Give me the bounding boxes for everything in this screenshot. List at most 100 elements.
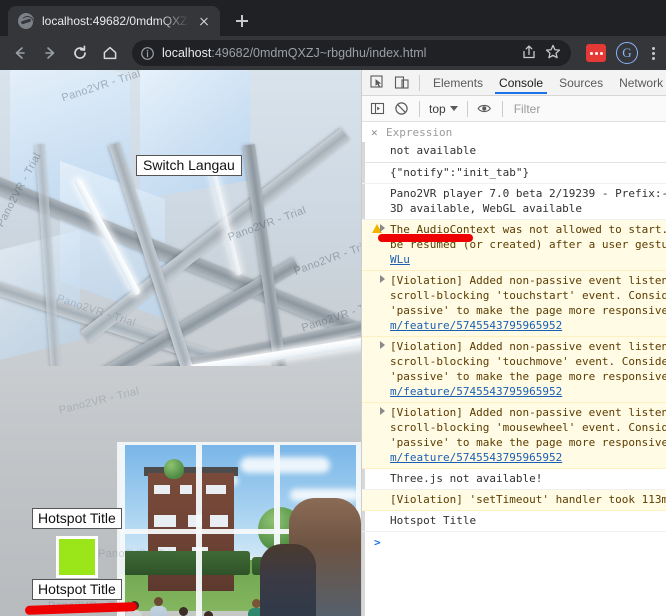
- console-message[interactable]: Pano2VR player 7.0 beta 2/19239 - Prefix…: [362, 184, 666, 220]
- content-area: Pano2VR - Trial Pano2VR - Trial Pano2VR …: [0, 70, 666, 616]
- console-output[interactable]: ✕ Expression not available {"notify":"in…: [362, 122, 666, 616]
- console-message-warning[interactable]: [Violation] 'setTimeout' handler took 11…: [362, 490, 666, 511]
- console-message-warning[interactable]: [Violation] Added non-passive event list…: [362, 403, 666, 469]
- tree: [164, 459, 184, 479]
- expand-arrow-icon[interactable]: [380, 224, 385, 232]
- person: [126, 601, 142, 616]
- execution-context-select[interactable]: top: [425, 102, 462, 116]
- expand-arrow-icon[interactable]: [380, 275, 385, 283]
- browser-tab[interactable]: localhost:49682/0mdmQXZJ~rbg: [8, 6, 220, 36]
- url-text: localhost:49682/0mdmQXZJ~rbgdhu/index.ht…: [162, 46, 517, 60]
- console-message-warning[interactable]: [Violation] Added non-passive event list…: [362, 337, 666, 403]
- console-message-warning[interactable]: The AudioContext was not allowed to star…: [362, 220, 666, 271]
- live-expression-header[interactable]: ✕ Expression: [362, 122, 666, 142]
- close-icon[interactable]: [196, 13, 212, 29]
- devtools-tabbar: Elements Console Sources Network: [362, 70, 666, 96]
- switch-language-button[interactable]: Switch Langau: [136, 155, 242, 176]
- execution-context-value: top: [429, 101, 446, 116]
- console-message[interactable]: {"notify":"init_tab"}: [362, 163, 666, 184]
- address-bar[interactable]: localhost:49682/0mdmQXZJ~rbgdhu/index.ht…: [132, 40, 571, 66]
- new-tab-button[interactable]: [228, 7, 256, 35]
- browser-menu-icon[interactable]: [646, 45, 660, 62]
- message-line: [Violation] 'setTimeout' handler took 11…: [390, 493, 666, 506]
- info-circle-icon[interactable]: [140, 46, 155, 61]
- cloud: [240, 457, 330, 473]
- message-line: [Violation] Added non-passive event list…: [390, 340, 666, 353]
- message-line: {"notify":"init_tab"}: [390, 166, 530, 179]
- tab-sources[interactable]: Sources: [551, 72, 611, 93]
- panorama-viewer[interactable]: Pano2VR - Trial Pano2VR - Trial Pano2VR …: [0, 70, 361, 616]
- reload-icon[interactable]: [66, 39, 94, 67]
- browser-window: localhost:49682/0mdmQXZJ~rbg localhost:4…: [0, 0, 666, 616]
- divider: [419, 74, 420, 91]
- share-icon[interactable]: [519, 42, 541, 64]
- message-line: 'passive' to make the page more responsi…: [390, 436, 666, 449]
- forward-icon[interactable]: [36, 39, 64, 67]
- foreground-child: [260, 544, 316, 616]
- message-line: be resumed (or created) after a user ges…: [390, 238, 666, 251]
- console-sidebar-icon[interactable]: [366, 98, 390, 120]
- message-link[interactable]: WLu: [390, 252, 660, 267]
- console-message[interactable]: Three.js not available!: [362, 469, 666, 490]
- building-window: [206, 485, 226, 494]
- star-icon[interactable]: [543, 42, 565, 64]
- console-filter-input[interactable]: [507, 101, 666, 116]
- divider: [466, 100, 468, 117]
- console-toolbar: top: [362, 96, 666, 122]
- prompt-chevron-icon: >: [374, 536, 381, 549]
- message-link[interactable]: m/feature/5745543795965952: [390, 450, 660, 465]
- message-line: [Violation] Added non-passive event list…: [390, 406, 666, 419]
- console-message-warning[interactable]: [Violation] Added non-passive event list…: [362, 271, 666, 337]
- extension-red-icon[interactable]: [586, 44, 606, 62]
- message-link[interactable]: m/feature/5745543795965952: [390, 384, 660, 399]
- message-line: 'passive' to make the page more responsi…: [390, 370, 666, 383]
- message-link[interactable]: m/feature/5745543795965952: [390, 318, 660, 333]
- message-line: Hotspot Title: [390, 514, 477, 527]
- expand-arrow-icon[interactable]: [380, 341, 385, 349]
- home-icon[interactable]: [96, 39, 124, 67]
- expand-arrow-icon[interactable]: [380, 407, 385, 415]
- message-line: 3D available, WebGL available: [390, 202, 583, 215]
- skylight-pane: [140, 70, 250, 200]
- tab-strip: localhost:49682/0mdmQXZJ~rbg: [0, 0, 666, 36]
- building-window: [154, 485, 170, 494]
- divider: [419, 100, 420, 117]
- hotspot-label-bottom[interactable]: Hotspot Title: [32, 579, 122, 600]
- hotspot-label-top[interactable]: Hotspot Title: [32, 508, 122, 529]
- back-icon[interactable]: [6, 39, 34, 67]
- browser-toolbar: localhost:49682/0mdmQXZJ~rbgdhu/index.ht…: [0, 36, 666, 70]
- hotspot-green-square[interactable]: [56, 536, 98, 578]
- person: [150, 597, 167, 616]
- message-line: scroll-blocking 'touchmove' event. Consi…: [390, 355, 666, 368]
- tab-title: localhost:49682/0mdmQXZJ~rbg: [42, 14, 192, 28]
- message-line: [Violation] Added non-passive event list…: [390, 274, 666, 287]
- globe-favicon: [18, 13, 34, 29]
- message-line: Pano2VR player 7.0 beta 2/19239 - Prefix…: [390, 187, 666, 200]
- building-window: [154, 515, 176, 527]
- url-path: :49682/0mdmQXZJ~rbgdhu/index.html: [211, 46, 427, 60]
- message-line: Three.js not available!: [390, 472, 543, 485]
- url-host: localhost: [162, 46, 212, 60]
- divider: [501, 100, 503, 117]
- console-message[interactable]: Hotspot Title: [362, 511, 666, 532]
- console-prompt[interactable]: >: [362, 532, 666, 552]
- hedge: [120, 551, 250, 575]
- building-window: [180, 485, 192, 494]
- live-expression-label: Expression: [386, 126, 453, 139]
- building-window: [210, 515, 228, 527]
- chevron-down-icon: [449, 106, 458, 111]
- live-expression-eye-icon[interactable]: [473, 98, 497, 120]
- clear-console-icon[interactable]: [390, 98, 414, 120]
- message-line: scroll-blocking 'mousewheel' event. Cons…: [390, 421, 666, 434]
- live-expression-value: not available: [362, 142, 666, 163]
- message-line: 'passive' to make the page more responsi…: [390, 304, 666, 317]
- tab-console[interactable]: Console: [491, 72, 551, 94]
- message-line: scroll-blocking 'touchstart' event. Cons…: [390, 289, 666, 302]
- inspect-element-icon[interactable]: [366, 72, 390, 94]
- devtools-panel: Elements Console Sources Network top Fil…: [361, 70, 666, 616]
- device-toolbar-icon[interactable]: [390, 72, 414, 94]
- close-x-icon[interactable]: ✕: [371, 125, 378, 140]
- tab-network[interactable]: Network: [611, 72, 666, 93]
- profile-avatar[interactable]: G: [616, 42, 638, 64]
- tab-elements[interactable]: Elements: [425, 72, 491, 93]
